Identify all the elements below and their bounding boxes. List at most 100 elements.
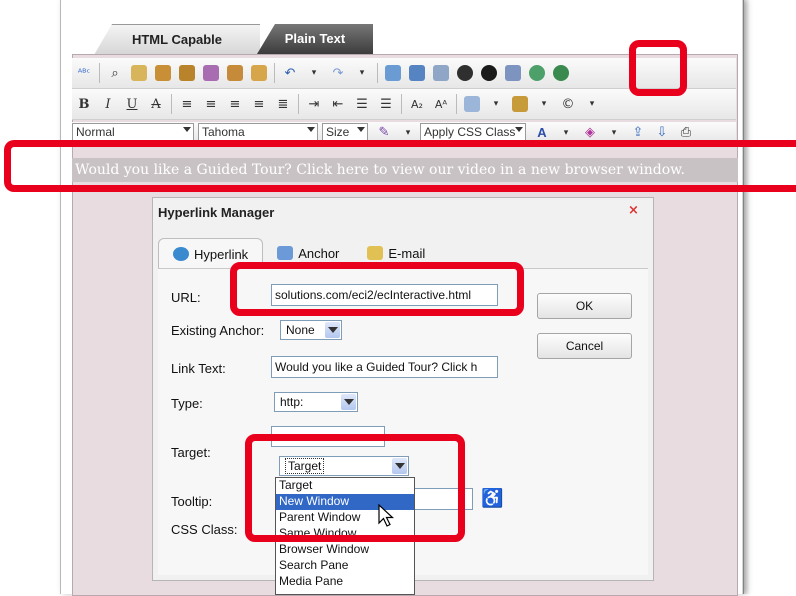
tooltip-label: Tooltip: bbox=[171, 494, 213, 509]
align-center-icon[interactable]: ≡ bbox=[200, 93, 222, 115]
superscript-icon[interactable]: Aᴬ bbox=[430, 93, 452, 115]
chevron-down-icon bbox=[341, 394, 356, 410]
numbered-list-icon[interactable]: ☰ bbox=[351, 93, 373, 115]
css-class-label: CSS Class: bbox=[171, 522, 238, 537]
underline-icon[interactable]: U bbox=[121, 93, 143, 115]
existing-anchor-label: Existing Anchor: bbox=[171, 323, 265, 338]
outdent-icon[interactable]: ⇤ bbox=[327, 93, 349, 115]
highlight-box-toolbar bbox=[629, 40, 687, 96]
paste-word-icon[interactable] bbox=[176, 62, 198, 84]
target-option[interactable]: Media Pane bbox=[276, 574, 414, 590]
upload-icon[interactable]: ⇪ bbox=[627, 122, 649, 142]
media-manager-icon[interactable] bbox=[478, 62, 500, 84]
chevron-down-icon bbox=[307, 127, 315, 132]
link-text-label: Link Text: bbox=[171, 361, 226, 376]
align-right-icon[interactable]: ≡ bbox=[224, 93, 246, 115]
email-icon bbox=[367, 246, 384, 260]
toolbar-row-3: Normal Tahoma Size ✎ ▾ Apply CSS Class A… bbox=[72, 122, 736, 142]
target-option[interactable]: Browser Window bbox=[276, 542, 414, 558]
close-icon[interactable]: × bbox=[628, 203, 639, 218]
hyperlink-icon bbox=[173, 247, 189, 261]
tab-plain-text[interactable]: Plain Text bbox=[257, 24, 373, 54]
highlight-box-url bbox=[230, 262, 524, 316]
back-color-icon[interactable]: ◈ bbox=[579, 122, 601, 142]
image-manager-icon[interactable] bbox=[382, 62, 404, 84]
align-left-icon[interactable]: ≡ bbox=[176, 93, 198, 115]
special-char-dropdown-icon[interactable]: ▾ bbox=[581, 93, 603, 115]
redo-icon[interactable]: ↷ bbox=[327, 62, 349, 84]
special-char-icon[interactable]: © bbox=[557, 93, 579, 115]
paragraph-style-select[interactable]: Normal bbox=[72, 123, 194, 141]
existing-anchor-select[interactable]: None bbox=[280, 320, 342, 340]
tab-hyperlink-label: Hyperlink bbox=[194, 246, 249, 262]
type-value: http: bbox=[280, 395, 304, 409]
tab-html-capable[interactable]: HTML Capable bbox=[94, 24, 260, 55]
download-icon[interactable]: ⇩ bbox=[651, 122, 673, 142]
justify-icon[interactable]: ≡ bbox=[248, 93, 270, 115]
target-label: Target: bbox=[171, 445, 211, 460]
table-icon[interactable] bbox=[461, 93, 483, 115]
type-label: Type: bbox=[171, 396, 203, 411]
indent-icon[interactable]: ⇥ bbox=[303, 93, 325, 115]
link-text-field[interactable]: Would you like a Guided Tour? Click h bbox=[271, 356, 498, 378]
format-stripper-dropdown-icon[interactable]: ▾ bbox=[397, 122, 419, 142]
paste-icon[interactable] bbox=[152, 62, 174, 84]
bold-icon[interactable]: B bbox=[73, 93, 95, 115]
template-manager-icon[interactable] bbox=[502, 62, 524, 84]
fore-color-icon[interactable]: A bbox=[531, 122, 553, 142]
paste-as-icon[interactable] bbox=[248, 62, 270, 84]
tab-email-label: E-mail bbox=[388, 245, 426, 261]
css-class-value: Apply CSS Class bbox=[424, 125, 516, 139]
print-icon[interactable]: ⎙ bbox=[675, 122, 697, 142]
flash-manager-icon[interactable] bbox=[454, 62, 476, 84]
undo-dropdown-icon[interactable]: ▾ bbox=[303, 62, 325, 84]
separator bbox=[377, 63, 378, 83]
hyperlink-manager-icon[interactable] bbox=[550, 62, 572, 84]
format-stripper-icon[interactable]: ✎ bbox=[373, 122, 395, 142]
font-name-select[interactable]: Tahoma bbox=[198, 123, 318, 141]
font-size-select[interactable]: Size bbox=[322, 123, 368, 141]
strikethrough-icon[interactable]: A bbox=[145, 93, 167, 115]
table-dropdown-icon[interactable]: ▾ bbox=[485, 93, 507, 115]
separator bbox=[99, 63, 100, 83]
insert-element-dropdown-icon[interactable]: ▾ bbox=[533, 93, 555, 115]
highlight-box-content bbox=[4, 140, 796, 192]
insert-element-icon[interactable] bbox=[509, 93, 531, 115]
italic-icon[interactable]: I bbox=[97, 93, 119, 115]
chevron-down-icon bbox=[325, 322, 340, 338]
separator bbox=[401, 94, 402, 114]
type-select[interactable]: http: bbox=[274, 392, 358, 412]
subscript-icon[interactable]: A₂ bbox=[406, 93, 428, 115]
target-option[interactable]: Search Pane bbox=[276, 558, 414, 574]
paragraph-style-value: Normal bbox=[76, 125, 115, 139]
spellcheck-icon[interactable]: ᴬᴮᶜ bbox=[73, 62, 95, 84]
justify-none-icon[interactable]: ≣ bbox=[272, 93, 294, 115]
separator bbox=[274, 63, 275, 83]
accessibility-icon[interactable]: ♿ bbox=[481, 488, 503, 509]
find-icon[interactable]: ⌕ bbox=[104, 62, 126, 84]
undo-icon[interactable]: ↶ bbox=[279, 62, 301, 84]
url-label: URL: bbox=[171, 290, 201, 305]
font-name-value: Tahoma bbox=[202, 125, 245, 139]
ok-button[interactable]: OK bbox=[537, 293, 632, 319]
copy-icon[interactable] bbox=[128, 62, 150, 84]
anchor-icon bbox=[277, 246, 294, 260]
separator bbox=[171, 94, 172, 114]
bulleted-list-icon[interactable]: ☰ bbox=[375, 93, 397, 115]
font-size-value: Size bbox=[326, 125, 350, 139]
chevron-down-icon bbox=[183, 127, 191, 132]
dialog-title: Hyperlink Manager bbox=[158, 205, 275, 220]
css-class-select[interactable]: Apply CSS Class bbox=[420, 123, 526, 141]
paste-html-icon[interactable] bbox=[224, 62, 246, 84]
link-manager-icon[interactable] bbox=[526, 62, 548, 84]
fore-color-dropdown-icon[interactable]: ▾ bbox=[555, 122, 577, 142]
existing-anchor-value: None bbox=[286, 323, 315, 337]
back-color-dropdown-icon[interactable]: ▾ bbox=[603, 122, 625, 142]
document-manager-icon[interactable] bbox=[430, 62, 452, 84]
chevron-down-icon bbox=[515, 127, 523, 132]
separator bbox=[298, 94, 299, 114]
image-map-icon[interactable] bbox=[406, 62, 428, 84]
cancel-button[interactable]: Cancel bbox=[537, 333, 632, 359]
redo-dropdown-icon[interactable]: ▾ bbox=[351, 62, 373, 84]
paste-plain-icon[interactable] bbox=[200, 62, 222, 84]
